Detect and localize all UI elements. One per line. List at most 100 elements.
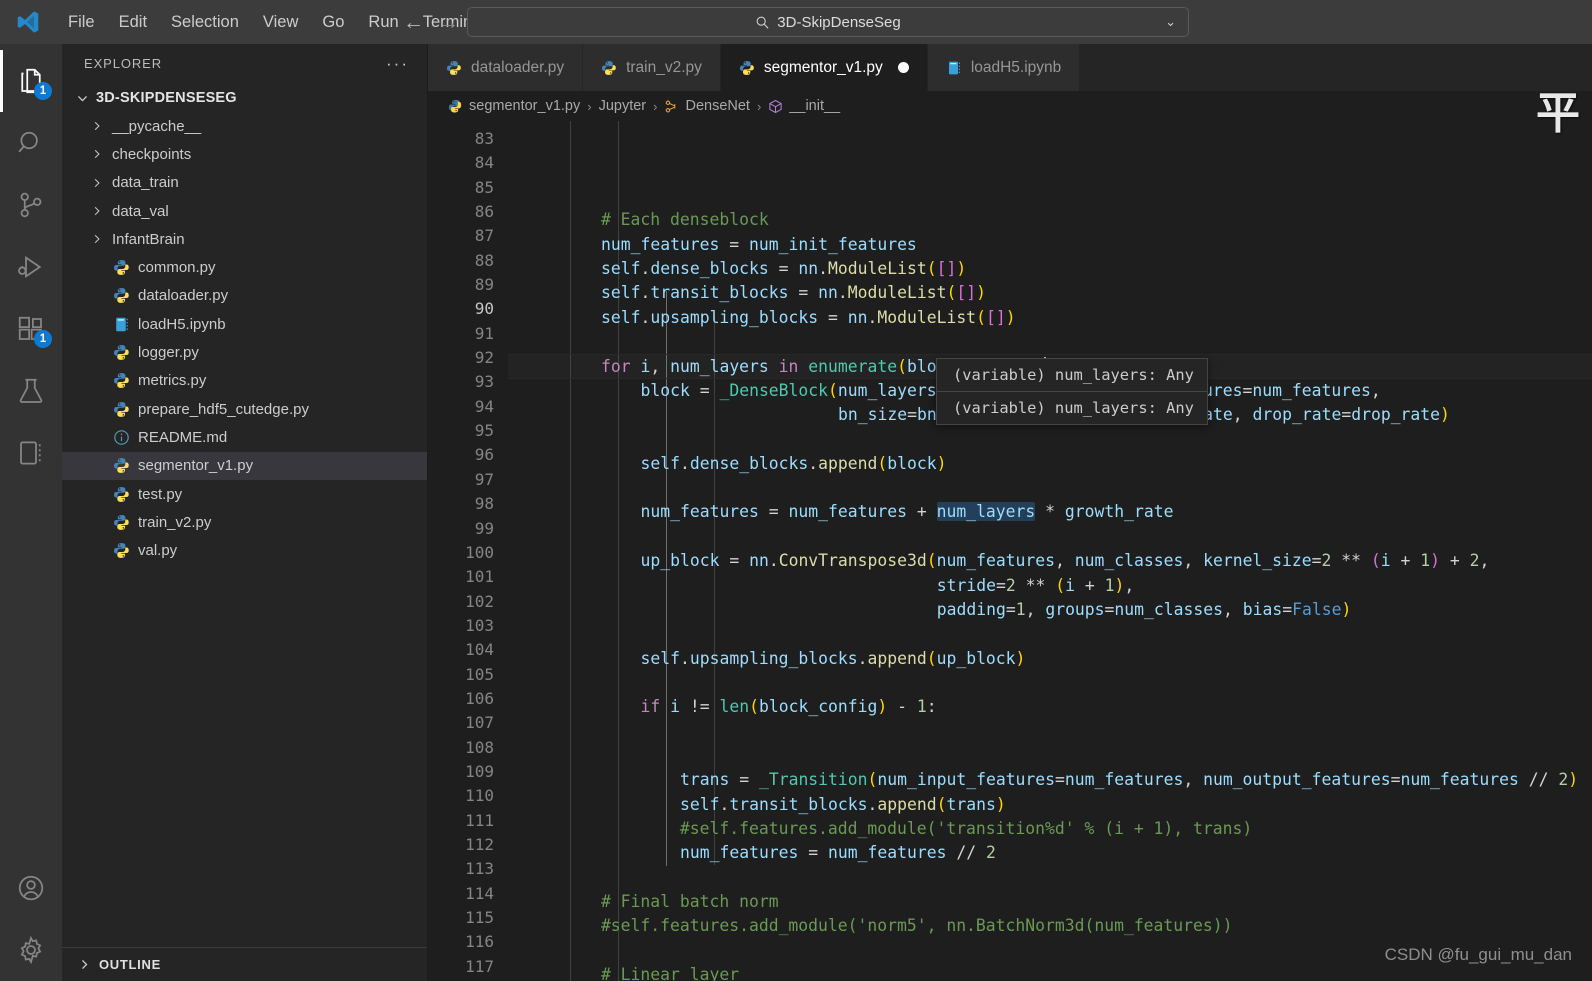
code-line[interactable] [508, 866, 1592, 890]
tree-item-val-py[interactable]: val.py [62, 536, 427, 564]
tree-item-common-py[interactable]: common.py [62, 253, 427, 281]
code-line[interactable]: num_features = num_features + num_layers… [508, 500, 1592, 524]
breadcrumb-item-jupyter[interactable]: Jupyter [599, 98, 647, 114]
code-line[interactable]: self.dense_blocks = nn.ModuleList([]) [508, 257, 1592, 281]
tab-dirty-indicator[interactable] [897, 62, 909, 73]
chevron-right-icon [94, 150, 100, 159]
breadcrumb-label-method: __init__ [789, 98, 841, 114]
back-arrow-icon[interactable]: ← [403, 12, 424, 33]
notebook-icon [20, 441, 41, 465]
code-line[interactable]: num_features = num_init_features [508, 233, 1592, 257]
code-line[interactable]: if i != len(block_config) - 1: [508, 695, 1592, 719]
code-line[interactable]: # Each denseblock [508, 208, 1592, 232]
code-line[interactable] [508, 671, 1592, 695]
activity-item-explorer[interactable]: 1 [0, 50, 62, 112]
tree-item-data-train[interactable]: data_train [62, 169, 427, 197]
code-line[interactable]: padding=1, groups=num_classes, bias=Fals… [508, 598, 1592, 622]
tree-item-checkpoints[interactable]: checkpoints [62, 140, 427, 168]
code-line[interactable] [508, 744, 1592, 768]
activity-item-search[interactable] [0, 112, 62, 174]
code-line[interactable] [508, 939, 1592, 963]
menu-selection[interactable]: Selection [159, 9, 251, 36]
tree-item-prepare-hdf5-cutedge-py[interactable]: prepare_hdf5_cutedge.py [62, 395, 427, 423]
forward-arrow-icon[interactable]: → [438, 12, 459, 33]
code-line[interactable]: self.upsampling_blocks = nn.ModuleList([… [508, 306, 1592, 330]
activity-item-accounts[interactable] [0, 857, 62, 919]
code-line[interactable]: self.dense_blocks.append(block) [508, 452, 1592, 476]
method-icon [769, 99, 782, 113]
code-line[interactable] [508, 427, 1592, 451]
code-line[interactable] [508, 476, 1592, 500]
tab-loadh5-ipynb[interactable]: loadH5.ipynb [927, 44, 1081, 91]
line-number: 100 [465, 542, 494, 562]
tree-item-metrics-py[interactable]: metrics.py [62, 367, 427, 395]
tab-dataloader-py[interactable]: dataloader.py [428, 44, 584, 91]
code-line[interactable]: trans = _Transition(num_input_features=n… [508, 768, 1592, 792]
hover-tooltip: (variable) num_layers: Any (variable) nu… [936, 358, 1208, 425]
code-content[interactable]: # Each denseblock num_features = num_ini… [508, 121, 1592, 981]
menu-view[interactable]: View [251, 9, 310, 36]
code-line[interactable]: #self.features.add_module('norm5', nn.Ba… [508, 914, 1592, 938]
outline-panel-header[interactable]: OUTLINE [62, 947, 427, 981]
python-icon [114, 401, 129, 417]
tree-item-readme-md[interactable]: README.md [62, 423, 427, 451]
tab-segmentor-v1-py[interactable]: segmentor_v1.py [720, 44, 928, 91]
tab-label: dataloader.py [471, 58, 565, 76]
tree-root-3d-skipdenseseg[interactable]: 3D-SKIPDENSESEG [62, 84, 427, 112]
tree-item-test-py[interactable]: test.py [62, 480, 427, 508]
code-line[interactable]: #self.features.add_module('transition%d'… [508, 817, 1592, 841]
tree-item-loadh5-ipynb[interactable]: loadH5.ipynb [62, 310, 427, 338]
activity-item-source-control[interactable] [0, 174, 62, 236]
menu-go[interactable]: Go [310, 9, 356, 36]
code-line[interactable] [508, 525, 1592, 549]
breadcrumb-item-class[interactable]: DenseNet [664, 98, 750, 114]
tree-item-train-v2-py[interactable]: train_v2.py [62, 508, 427, 536]
chevron-right-icon[interactable] [88, 205, 105, 217]
tree-item-pycache[interactable]: __pycache__ [62, 112, 427, 140]
code-line[interactable] [508, 184, 1592, 208]
code-line[interactable]: # Final batch norm [508, 890, 1592, 914]
chevron-right-icon[interactable] [88, 177, 105, 189]
breadcrumb-item-method[interactable]: __init__ [768, 98, 840, 114]
code-line[interactable] [508, 720, 1592, 744]
code-line[interactable]: self.transit_blocks.append(trans) [508, 793, 1592, 817]
line-numbers: 83 84 85 86 87 88 89 90 91 92 93 94 95 96 97 98 99 100 101… [428, 121, 508, 981]
menu-file[interactable]: File [56, 9, 107, 36]
line-number: 112 [465, 834, 494, 854]
tree-item-dataloader-py[interactable]: dataloader.py [62, 282, 427, 310]
code-line[interactable]: # Linear layer [508, 963, 1592, 981]
chevron-right-icon[interactable] [88, 148, 105, 160]
python-icon [112, 287, 131, 304]
chevron-right-icon[interactable] [88, 233, 105, 245]
breadcrumb-label-file: segmentor_v1.py [469, 98, 581, 114]
code-editor[interactable]: 83 84 85 86 87 88 89 90 91 92 93 94 95 96 97 98 99 100 101… [428, 121, 1592, 981]
code-line[interactable]: num_features = num_features // 2 [508, 841, 1592, 865]
breadcrumb-item-file[interactable]: segmentor_v1.py [448, 98, 580, 114]
tab-train-v2-py[interactable]: train_v2.py [583, 44, 721, 91]
tree-item-infantbrain[interactable]: InfantBrain [62, 225, 427, 253]
activity-item-extensions[interactable]: 1 [0, 298, 62, 360]
activity-item-testing[interactable] [0, 360, 62, 422]
line-number: 113 [465, 859, 494, 879]
tree-item-data-val[interactable]: data_val [62, 197, 427, 225]
code-line[interactable]: self.upsampling_blocks.append(up_block) [508, 647, 1592, 671]
python-icon [114, 486, 129, 502]
code-line[interactable]: up_block = nn.ConvTranspose3d(num_featur… [508, 549, 1592, 573]
activity-item-manage[interactable] [0, 919, 62, 981]
tab-label: train_v2.py [626, 58, 702, 76]
python-icon [448, 99, 462, 113]
tree-item-logger-py[interactable]: logger.py [62, 338, 427, 366]
menu-edit[interactable]: Edit [107, 9, 159, 36]
python-icon [112, 514, 131, 531]
code-line[interactable] [508, 330, 1592, 354]
chevron-right-icon[interactable] [88, 120, 105, 132]
activity-item-run-and-debug[interactable] [0, 236, 62, 298]
more-actions-icon[interactable]: ··· [386, 55, 409, 72]
code-line[interactable]: self.transit_blocks = nn.ModuleList([]) [508, 281, 1592, 305]
chevron-down-icon[interactable]: ⌄ [1165, 14, 1176, 30]
code-line[interactable]: stride=2 ** (i + 1), [508, 574, 1592, 598]
tree-item-segmentor-v1-py[interactable]: segmentor_v1.py [62, 451, 427, 480]
code-line[interactable] [508, 622, 1592, 646]
activity-item-notebook[interactable] [0, 422, 62, 484]
quick-input-box[interactable]: 3D-SkipDenseSeg ⌄ [467, 7, 1189, 37]
